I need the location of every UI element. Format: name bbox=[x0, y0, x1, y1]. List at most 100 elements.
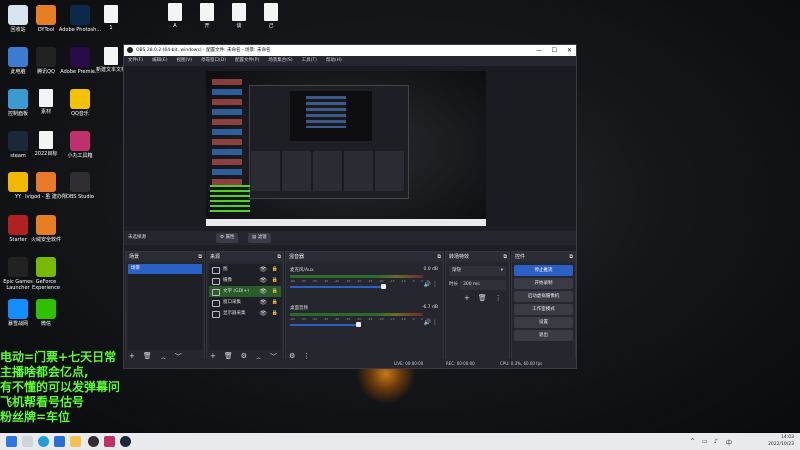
chevron-up-icon[interactable]: ^ bbox=[690, 438, 695, 445]
minimize-icon[interactable]: — bbox=[536, 45, 542, 56]
lock-icon[interactable]: 🔒 bbox=[272, 286, 278, 297]
volume-slider[interactable] bbox=[290, 324, 358, 326]
more-icon[interactable]: ⋮ bbox=[432, 281, 438, 288]
meter-tick-label: -35 bbox=[345, 279, 351, 283]
folder-icon[interactable] bbox=[70, 436, 81, 447]
filters-button[interactable]: ▤ 滤镜 bbox=[248, 233, 271, 243]
steam-taskbar-icon[interactable] bbox=[120, 436, 131, 447]
source-toolbar: 未选择源 ⚙ 属性 ▤ 滤镜 bbox=[124, 231, 576, 245]
properties-button[interactable]: ⚙ 属性 bbox=[216, 233, 239, 243]
desktop-icon[interactable]: QQ音乐 bbox=[58, 89, 102, 117]
lock-icon[interactable]: 🔒 bbox=[272, 308, 278, 319]
channel-name: 麦克风/Aux bbox=[290, 268, 314, 273]
desktop-icon-label: QQ音乐 bbox=[71, 111, 89, 117]
edge-icon[interactable] bbox=[38, 436, 49, 447]
status-bar: LIVE: 00:00:00 REC: 00:00:00 CPU: 0.3%, … bbox=[124, 359, 576, 368]
meter-tick-label: -45 bbox=[323, 279, 329, 283]
dock-float-icon[interactable]: ⧉ bbox=[277, 252, 281, 262]
menu-scene-collection[interactable]: 场景集合(S) bbox=[268, 56, 292, 66]
search-icon[interactable] bbox=[22, 436, 33, 447]
menu-tools[interactable]: 工具(T) bbox=[302, 56, 317, 66]
ime-icon[interactable]: 中 bbox=[726, 438, 732, 447]
close-icon[interactable]: ✕ bbox=[567, 45, 572, 56]
file-icon bbox=[232, 3, 246, 21]
source-item[interactable]: 摄像 👁 🔒 bbox=[209, 275, 281, 286]
source-name: 摄像 bbox=[223, 278, 232, 283]
obs-window: OBS 28.0.2 (64-bit, windows) - 配置文件: 未命名… bbox=[123, 44, 577, 369]
speaker-icon[interactable]: 🔊 bbox=[424, 281, 431, 288]
exit-button[interactable]: 退出 bbox=[514, 330, 573, 341]
eye-icon[interactable]: 👁 bbox=[259, 275, 267, 286]
transition-toolbar: + 🗑 ⋮ bbox=[464, 294, 502, 304]
menu-file[interactable]: 文件(F) bbox=[128, 56, 143, 66]
more-icon[interactable]: ⋮ bbox=[432, 319, 438, 326]
duration-field[interactable]: 300 ms bbox=[460, 280, 506, 290]
eye-icon[interactable]: 👁 bbox=[259, 297, 267, 308]
maximize-icon[interactable]: ☐ bbox=[552, 45, 557, 56]
volume-knob[interactable] bbox=[355, 322, 361, 327]
app-taskbar-icon[interactable] bbox=[104, 436, 115, 447]
dock-float-icon[interactable]: ⧉ bbox=[503, 252, 507, 262]
chevron-down-icon: ▾ bbox=[500, 268, 503, 273]
lock-icon[interactable]: 🔒 bbox=[272, 297, 278, 308]
level-meter bbox=[290, 313, 423, 316]
source-item[interactable]: 文字 (GDI+) 👁 🔒 bbox=[209, 286, 281, 297]
scene-item[interactable]: 场景 bbox=[128, 264, 202, 274]
lock-icon[interactable]: 🔒 bbox=[272, 264, 278, 275]
source-item[interactable]: 显示器采集 👁 🔒 bbox=[209, 308, 281, 319]
menu-docks[interactable]: 停靠窗口(D) bbox=[201, 56, 226, 66]
nested-overlay-text bbox=[210, 185, 250, 215]
preview-canvas[interactable] bbox=[206, 71, 486, 226]
level-meter bbox=[290, 275, 423, 278]
desktop-icon[interactable]: GeForce Experience bbox=[24, 257, 68, 291]
desktop-file-icon[interactable]: 己 bbox=[249, 3, 293, 29]
source-type-icon bbox=[212, 311, 220, 318]
menu-help[interactable]: 帮助(H) bbox=[326, 56, 342, 66]
trash-icon[interactable]: 🗑 bbox=[478, 294, 487, 304]
network-icon[interactable]: ▭ bbox=[702, 438, 708, 445]
windows-start-icon[interactable] bbox=[6, 436, 17, 447]
obs-title-bar: OBS 28.0.2 (64-bit, windows) - 配置文件: 未命名… bbox=[124, 45, 576, 56]
eye-icon[interactable]: 👁 bbox=[259, 286, 267, 297]
app-icon bbox=[36, 5, 56, 25]
clock[interactable]: 14:03 2022/10/23 bbox=[768, 434, 794, 448]
store-icon[interactable] bbox=[54, 436, 65, 447]
app-icon bbox=[36, 215, 56, 235]
dock-float-icon[interactable]: ⧉ bbox=[437, 252, 441, 262]
dock-float-icon[interactable]: ⧉ bbox=[198, 252, 202, 262]
stop-streaming-button[interactable]: 停止推流 bbox=[514, 265, 573, 276]
start-recording-button[interactable]: 开始录制 bbox=[514, 278, 573, 289]
menu-edit[interactable]: 编辑(E) bbox=[152, 56, 167, 66]
settings-button[interactable]: 设置 bbox=[514, 317, 573, 328]
source-item[interactable]: 窗口采集 👁 🔒 bbox=[209, 297, 281, 308]
volume-knob[interactable] bbox=[380, 284, 386, 289]
eye-icon[interactable]: 👁 bbox=[259, 308, 267, 319]
dock-float-icon[interactable]: ⧉ bbox=[569, 252, 573, 262]
transition-select[interactable]: 渐隐 ▾ bbox=[449, 266, 506, 276]
transitions-dock: 转场特效 ⧉ 渐隐 ▾ 时长 300 ms + 🗑 ⋮ bbox=[445, 251, 510, 365]
desktop-icon[interactable]: 1 bbox=[89, 5, 133, 31]
channel-db: 0.0 dB bbox=[423, 267, 438, 272]
desktop-icon[interactable]: 微信 bbox=[24, 299, 68, 327]
eye-icon[interactable]: 👁 bbox=[259, 264, 267, 275]
menu-profile[interactable]: 配置文件(P) bbox=[235, 56, 259, 66]
desktop-icon[interactable]: 火绒安全软件 bbox=[24, 215, 68, 243]
studio-mode-button[interactable]: 工作室模式 bbox=[514, 304, 573, 315]
obs-taskbar-icon[interactable] bbox=[88, 436, 99, 447]
desktop-icon-label: 小丸工具箱 bbox=[67, 153, 93, 159]
lock-icon[interactable]: 🔒 bbox=[272, 275, 278, 286]
channel-name: 桌面音频 bbox=[290, 306, 308, 311]
desktop-icon[interactable]: OBS Studio bbox=[58, 172, 102, 200]
desktop-icon[interactable]: 小丸工具箱 bbox=[58, 131, 102, 159]
source-item[interactable]: 图 👁 🔒 bbox=[209, 264, 281, 275]
add-icon[interactable]: + bbox=[464, 294, 470, 304]
more-icon[interactable]: ⋮ bbox=[495, 294, 502, 304]
duration-value: 300 ms bbox=[463, 282, 480, 287]
meter-tick-label: -20 bbox=[378, 279, 384, 283]
volume-icon[interactable]: ♪ bbox=[714, 438, 718, 445]
virtual-camera-button[interactable]: 启动虚拟摄像机 bbox=[514, 291, 573, 302]
menu-view[interactable]: 视图(V) bbox=[176, 56, 192, 66]
speaker-icon[interactable]: 🔊 bbox=[424, 319, 431, 326]
volume-slider[interactable] bbox=[290, 286, 383, 288]
meter-tick-label: -40 bbox=[334, 279, 340, 283]
